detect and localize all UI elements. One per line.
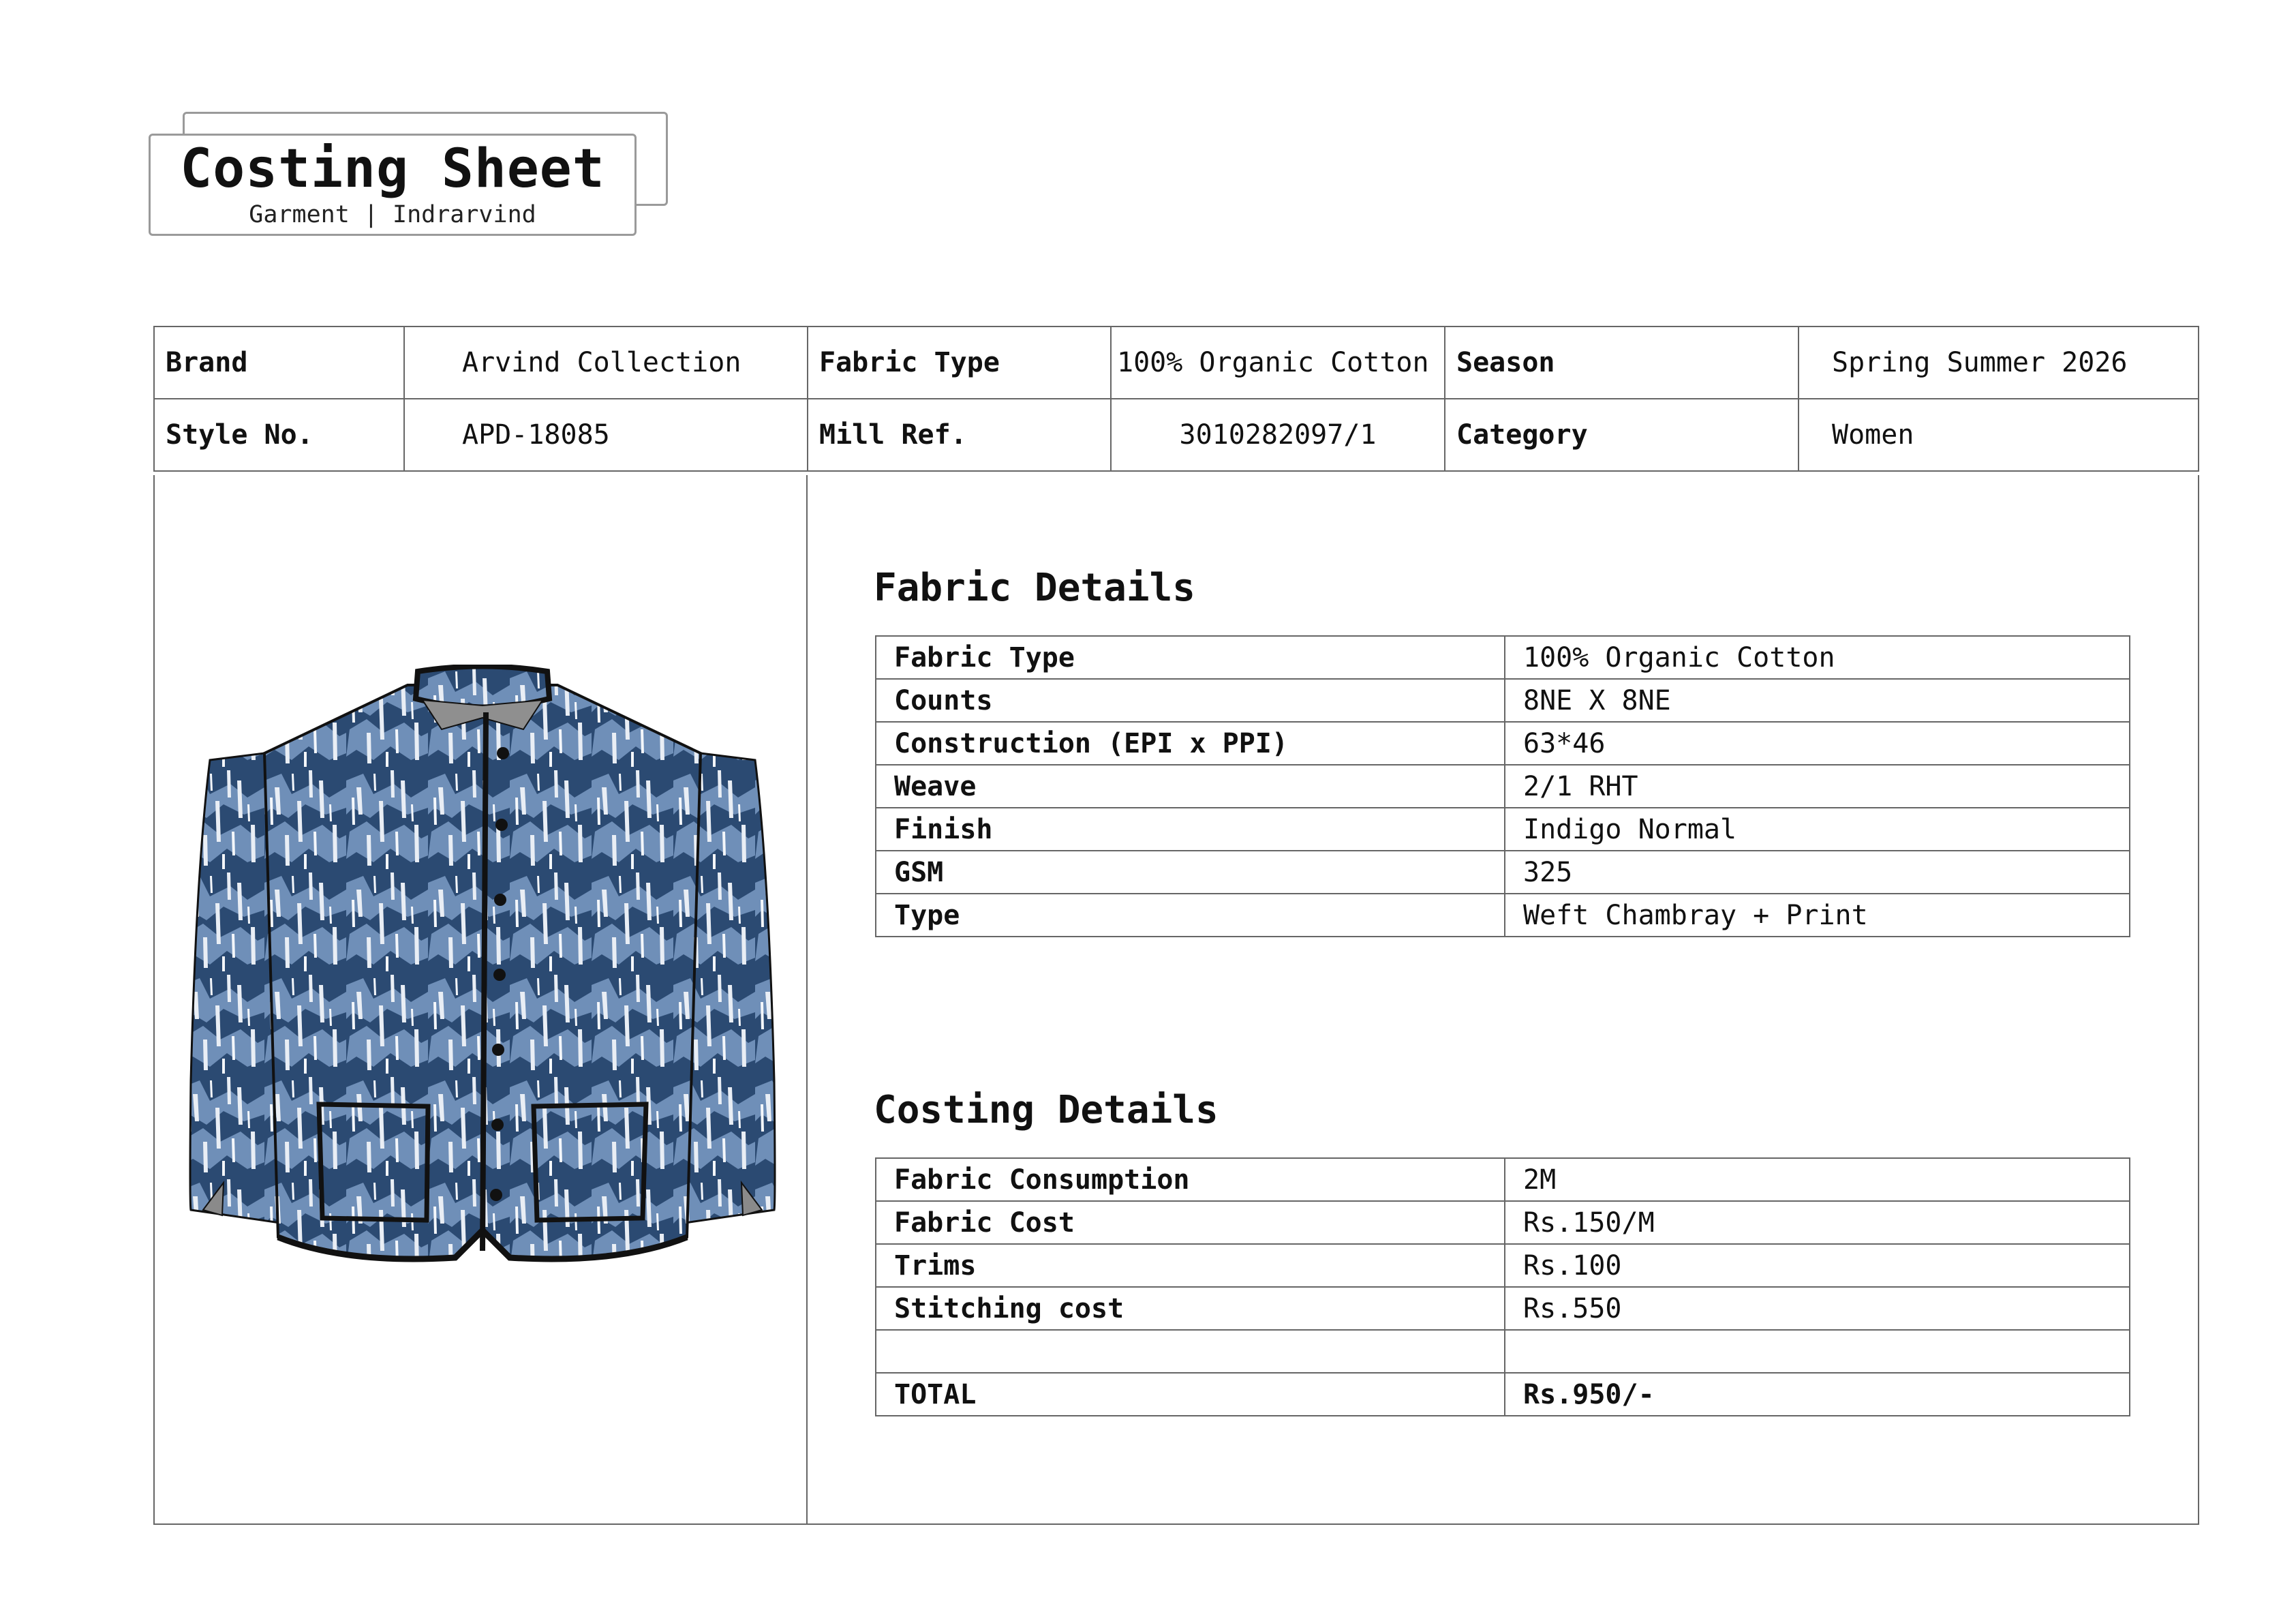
fabric-details-table: Fabric Type 100% Organic Cotton Counts 8… bbox=[875, 635, 2130, 937]
table-row: Stitching cost Rs.550 bbox=[875, 1286, 2130, 1331]
mill-ref-value: 3010282097/1 bbox=[1110, 398, 1445, 472]
costing-row-label: Fabric Consumption bbox=[875, 1157, 1505, 1202]
style-no-value: APD-18085 bbox=[403, 398, 808, 472]
fabric-row-value: 8NE X 8NE bbox=[1504, 678, 2130, 723]
costing-row-value: 2M bbox=[1504, 1157, 2130, 1202]
button bbox=[490, 1189, 502, 1201]
category-value: Women bbox=[1798, 398, 2199, 472]
page-subtitle: Garment | Indrarvind bbox=[249, 201, 536, 228]
table-row: Fabric Cost Rs.150/M bbox=[875, 1200, 2130, 1245]
costing-row-label: Fabric Cost bbox=[875, 1200, 1505, 1245]
table-row: Trims Rs.100 bbox=[875, 1243, 2130, 1288]
fabric-row-value: 63*46 bbox=[1504, 721, 2130, 765]
button bbox=[493, 969, 506, 981]
style-no-label: Style No. bbox=[153, 398, 405, 472]
costing-row-label: Trims bbox=[875, 1243, 1505, 1288]
table-row: Type Weft Chambray + Print bbox=[875, 893, 2130, 937]
table-row: Fabric Consumption 2M bbox=[875, 1157, 2130, 1202]
table-row: Finish Indigo Normal bbox=[875, 807, 2130, 851]
fabric-type-value: 100% Organic Cotton bbox=[1110, 326, 1445, 399]
front-placket bbox=[480, 712, 489, 1252]
season-label: Season bbox=[1444, 326, 1799, 399]
left-pocket bbox=[316, 1102, 431, 1223]
fabric-row-label: Counts bbox=[875, 678, 1505, 723]
button bbox=[492, 1044, 504, 1056]
fabric-row-label: Type bbox=[875, 893, 1505, 937]
title-badge: Costing Sheet Garment | Indrarvind bbox=[149, 134, 637, 236]
printed-jacket-illustration bbox=[189, 665, 776, 1262]
mill-ref-label: Mill Ref. bbox=[807, 398, 1112, 472]
fabric-row-label: Construction (EPI x PPI) bbox=[875, 721, 1505, 765]
fabric-row-value: 100% Organic Cotton bbox=[1504, 635, 2130, 680]
costing-details-title: Costing Details bbox=[874, 1088, 1219, 1132]
total-label: TOTAL bbox=[875, 1372, 1505, 1416]
table-row: Construction (EPI x PPI) 63*46 bbox=[875, 721, 2130, 765]
fabric-row-value: Weft Chambray + Print bbox=[1504, 893, 2130, 937]
fabric-row-value: 2/1 RHT bbox=[1504, 764, 2130, 808]
fabric-row-label: Fabric Type bbox=[875, 635, 1505, 680]
costing-row-value: Rs.550 bbox=[1504, 1286, 2130, 1331]
button bbox=[494, 894, 506, 906]
button bbox=[495, 819, 508, 831]
costing-row-label: Stitching cost bbox=[875, 1286, 1505, 1331]
total-value: Rs.950/- bbox=[1504, 1372, 2130, 1416]
costing-details-table: Fabric Consumption 2M Fabric Cost Rs.150… bbox=[875, 1157, 2130, 1416]
table-row: Weave 2/1 RHT bbox=[875, 764, 2130, 808]
info-row: Brand Arvind Collection Fabric Type 100%… bbox=[153, 326, 2199, 399]
season-value: Spring Summer 2026 bbox=[1798, 326, 2199, 399]
body-divider bbox=[806, 475, 808, 1525]
costing-row-value: Rs.100 bbox=[1504, 1243, 2130, 1288]
table-row: TOTAL Rs.950/- bbox=[875, 1372, 2130, 1416]
fabric-type-label: Fabric Type bbox=[807, 326, 1112, 399]
costing-row-value bbox=[1504, 1329, 2130, 1374]
costing-row-label bbox=[875, 1329, 1505, 1374]
table-row: Fabric Type 100% Organic Cotton bbox=[875, 635, 2130, 680]
info-table: Brand Arvind Collection Fabric Type 100%… bbox=[153, 326, 2199, 472]
fabric-row-value: 325 bbox=[1504, 850, 2130, 894]
brand-value: Arvind Collection bbox=[403, 326, 808, 399]
right-pocket bbox=[531, 1102, 649, 1223]
fabric-row-label: GSM bbox=[875, 850, 1505, 894]
fabric-details-title: Fabric Details bbox=[874, 566, 1196, 610]
brand-label: Brand bbox=[153, 326, 405, 399]
table-row: GSM 325 bbox=[875, 850, 2130, 894]
costing-row-value: Rs.150/M bbox=[1504, 1200, 2130, 1245]
table-row: Counts 8NE X 8NE bbox=[875, 678, 2130, 723]
table-row bbox=[875, 1329, 2130, 1374]
fabric-row-value: Indigo Normal bbox=[1504, 807, 2130, 851]
fabric-row-label: Finish bbox=[875, 807, 1505, 851]
fabric-row-label: Weave bbox=[875, 764, 1505, 808]
button bbox=[497, 747, 509, 759]
button bbox=[491, 1119, 504, 1131]
category-label: Category bbox=[1444, 398, 1799, 472]
info-row: Style No. APD-18085 Mill Ref. 3010282097… bbox=[153, 398, 2199, 472]
page-title: Costing Sheet bbox=[180, 138, 605, 200]
